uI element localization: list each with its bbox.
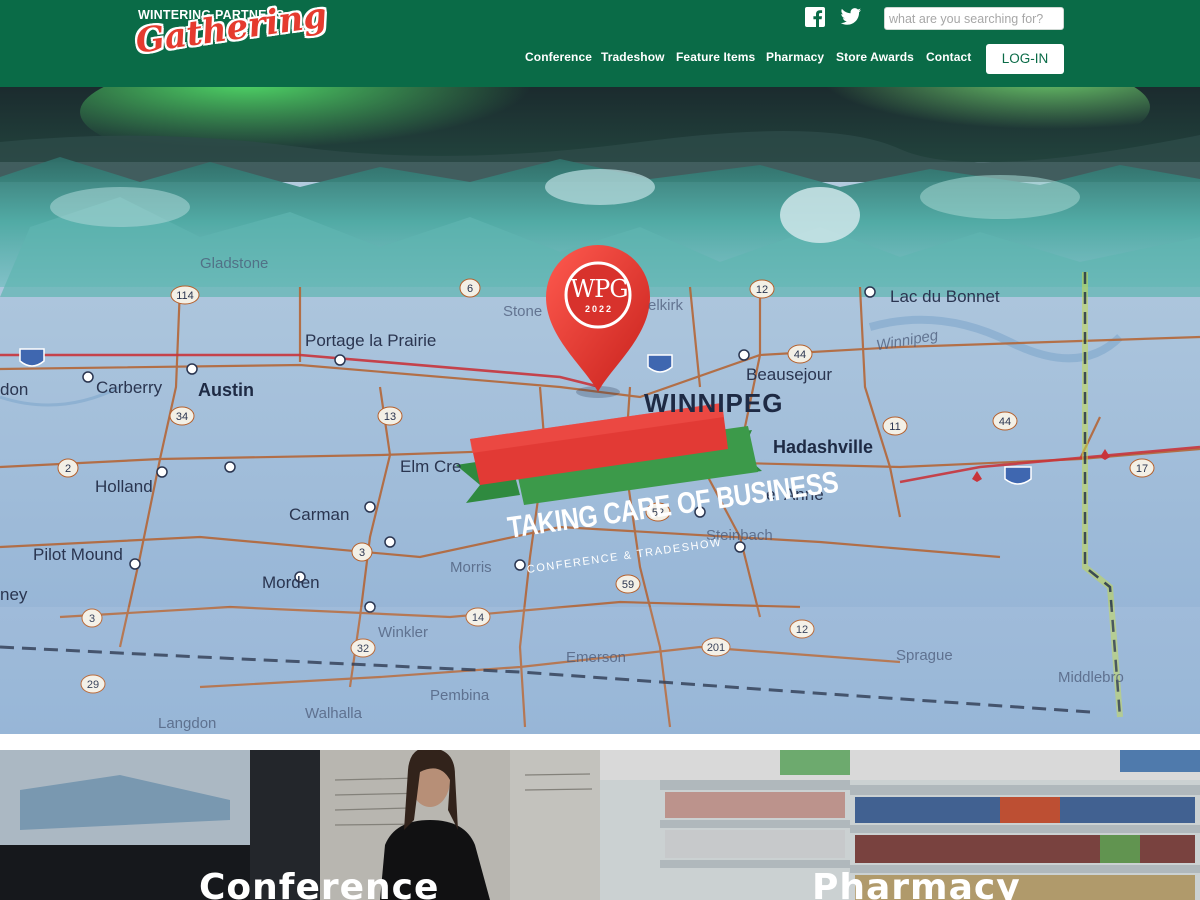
map-label-portage-la-prairie: Portage la Prairie: [305, 331, 437, 350]
site-logo[interactable]: WINTERING PARTNERS Gathering: [133, 0, 329, 74]
svg-text:44: 44: [794, 349, 806, 361]
map-label-langdon: Langdon: [158, 715, 217, 732]
map-label-hadashville: Hadashville: [773, 437, 874, 457]
nav-item-feature-items[interactable]: Feature Items: [676, 50, 755, 64]
svg-text:3: 3: [359, 547, 365, 559]
map-label-emerson: Emerson: [566, 649, 627, 666]
twitter-icon[interactable]: [840, 7, 862, 27]
svg-text:13: 13: [384, 411, 396, 423]
svg-text:2: 2: [65, 463, 71, 475]
nav-item-store-awards[interactable]: Store Awards: [836, 50, 914, 64]
map-label-brandon-partial: don: [0, 380, 29, 399]
map-label-pilot-mound: Pilot Mound: [33, 545, 123, 564]
map-label-pembina: Pembina: [430, 687, 490, 704]
search-input[interactable]: [884, 7, 1064, 30]
login-button[interactable]: LOG-IN: [986, 44, 1064, 74]
map-label-winkler: Winkler: [378, 624, 429, 641]
map-label-holland: Holland: [95, 477, 153, 496]
map-label-austin: Austin: [198, 380, 254, 400]
svg-text:11: 11: [889, 421, 900, 433]
map-label-beausejour: Beausejour: [746, 365, 833, 384]
tile-pharmacy[interactable]: Pharmacy: [600, 750, 1200, 900]
nav-item-tradeshow[interactable]: Tradeshow: [601, 50, 665, 64]
map-label-morris: Morris: [450, 559, 492, 576]
map-label-selkirk: elkirk: [648, 297, 684, 314]
map-label-stonewall: Stone: [503, 303, 543, 320]
map-label-morden: Morden: [262, 573, 320, 592]
nav-item-pharmacy[interactable]: Pharmacy: [766, 50, 824, 64]
svg-text:44: 44: [999, 416, 1011, 428]
nav-item-contact[interactable]: Contact: [926, 50, 971, 64]
facebook-icon[interactable]: [804, 7, 826, 27]
svg-text:17: 17: [1136, 463, 1148, 475]
event-badge-year: 2022: [584, 304, 614, 314]
tile-pharmacy-title: Pharmacy: [812, 867, 1021, 900]
map-label-sprague: Sprague: [896, 647, 953, 664]
map-label-lac-du-bonnet: Lac du Bonnet: [890, 287, 1000, 306]
hero-map-image: 114 34 2 13 3 14 3 29 6 12 44 11 44 52 5…: [0, 87, 1200, 734]
map-label-carberry: Carberry: [96, 378, 163, 397]
map-label-walhalla: Walhalla: [305, 705, 362, 722]
map-label-elm-creek: Elm Cre: [400, 457, 462, 476]
svg-text:59: 59: [622, 579, 634, 591]
svg-text:114: 114: [176, 290, 194, 302]
nav-item-conference[interactable]: Conference: [525, 50, 592, 64]
svg-text:34: 34: [176, 411, 188, 423]
map-label-middlebro: Middlebro: [1058, 669, 1124, 686]
map-label-carman: Carman: [289, 505, 350, 524]
tile-conference[interactable]: Conference: [0, 750, 600, 900]
svg-text:12: 12: [756, 284, 768, 296]
event-badge-initials: WPG: [570, 275, 629, 303]
svg-text:6: 6: [467, 283, 473, 295]
feature-tiles: Conference Pharmacy: [0, 750, 1200, 900]
hero-banner: 114 34 2 13 3 14 3 29 6 12 44 11 44 52 5…: [0, 87, 1200, 734]
map-label-partial-left: ney: [0, 585, 28, 604]
map-label-winnipeg: WINNIPEG: [644, 388, 784, 418]
map-label-gladstone: Gladstone: [200, 255, 269, 272]
site-header: WINTERING PARTNERS Gathering Conference …: [0, 0, 1200, 87]
tile-conference-title: Conference: [199, 867, 440, 900]
